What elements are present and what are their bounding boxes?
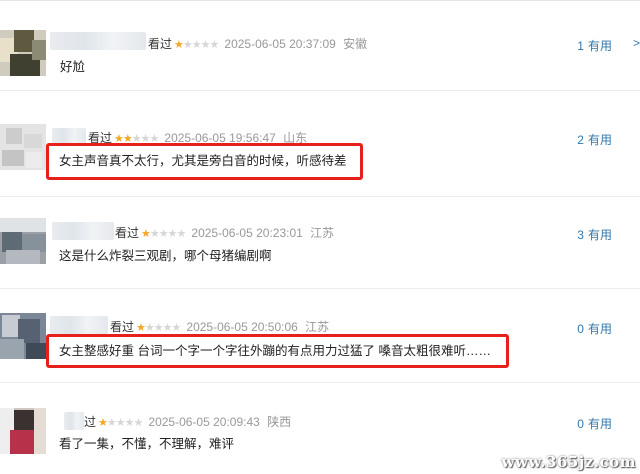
- comment-meta: 看过 ★★★★★ 2025-06-05 20:50:06 江苏: [110, 319, 329, 335]
- star-empty-icon: ★: [176, 228, 187, 240]
- useful-label: 有用: [587, 228, 612, 242]
- username-blurred[interactable]: [52, 222, 114, 240]
- star-empty-icon: ★: [209, 39, 220, 51]
- useful-label: 有用: [587, 39, 612, 53]
- comment-time: 2025-06-05 20:37:09: [224, 37, 336, 51]
- useful-button[interactable]: 0 有用: [577, 415, 612, 432]
- avatar[interactable]: [0, 124, 46, 170]
- avatar[interactable]: [0, 30, 46, 76]
- username-blurred[interactable]: [50, 316, 108, 334]
- username-blurred[interactable]: [50, 32, 146, 50]
- comment-location: 江苏: [305, 320, 330, 334]
- rating-label: 看过: [110, 320, 135, 334]
- comment-location: 江苏: [310, 226, 335, 240]
- useful-button[interactable]: 2 有用: [577, 131, 612, 148]
- star-empty-icon: ★: [133, 417, 144, 429]
- useful-label: 有用: [587, 322, 612, 336]
- star-filled-icon: ★: [98, 417, 108, 429]
- comment-meta: 过 ★★★★★ 2025-06-05 20:09:43 陕西: [84, 414, 291, 430]
- avatar[interactable]: [0, 408, 46, 454]
- useful-button[interactable]: 3 有用: [577, 226, 612, 243]
- username-blurred[interactable]: [64, 412, 84, 430]
- watermark: www.365jz.com: [501, 453, 636, 471]
- comment-divider: [0, 382, 640, 383]
- star-rating: ★★★★★: [174, 37, 220, 53]
- comment-divider: [0, 90, 640, 91]
- useful-label: 有用: [587, 133, 612, 147]
- comment-time: 2025-06-05 20:09:43: [148, 415, 260, 429]
- comment-text: 女主声音真不太行，尤其是旁白音的时候，听感待差: [59, 154, 347, 168]
- comment-meta: 看过 ★★★★★ 2025-06-05 20:23:01 江苏: [115, 225, 334, 241]
- useful-count: 2: [577, 133, 584, 147]
- avatar[interactable]: [0, 218, 46, 264]
- rating-label: 过: [84, 415, 97, 429]
- comment-location: 安徽: [343, 37, 368, 51]
- avatar[interactable]: [0, 313, 46, 359]
- comment-time: 2025-06-05 20:23:01: [191, 226, 303, 240]
- star-empty-icon: ★: [106, 417, 117, 429]
- comment-divider: [0, 288, 640, 289]
- useful-button[interactable]: 1 有用: [577, 37, 612, 54]
- star-empty-icon: ★: [124, 417, 135, 429]
- star-empty-icon: ★: [200, 39, 211, 51]
- useful-count: 1: [577, 39, 584, 53]
- star-filled-icon: ★: [174, 39, 184, 51]
- comment-text: 看了一集，不懂，不理解，难评: [59, 437, 235, 451]
- star-empty-icon: ★: [171, 322, 182, 334]
- top-divider: [0, 0, 640, 1]
- star-empty-icon: ★: [158, 228, 169, 240]
- star-empty-icon: ★: [167, 228, 178, 240]
- comment-divider: [0, 196, 640, 197]
- useful-button[interactable]: 0 有用: [577, 320, 612, 337]
- useful-count: 3: [577, 228, 584, 242]
- comment-location: 陕西: [267, 415, 292, 429]
- comment-text: 好尬: [60, 60, 86, 74]
- star-filled-icon: ★: [136, 322, 146, 334]
- comment-text: 女主整感好重 台词一个字一个字往外蹦的有点用力过猛了 嗓音太粗很难听……: [59, 344, 491, 358]
- star-filled-icon: ★: [141, 228, 151, 240]
- comment-time: 2025-06-05 20:50:06: [186, 320, 298, 334]
- rating-label: 看过: [115, 226, 140, 240]
- useful-label: 有用: [587, 417, 612, 431]
- star-empty-icon: ★: [115, 417, 126, 429]
- comment-text: 这是什么炸裂三观剧，哪个母猪编剧啊: [59, 249, 272, 263]
- useful-count: 0: [577, 417, 584, 431]
- star-empty-icon: ★: [153, 322, 164, 334]
- star-empty-icon: ★: [162, 322, 173, 334]
- star-rating: ★★★★★: [98, 415, 144, 431]
- star-empty-icon: ★: [191, 39, 202, 51]
- star-rating: ★★★★★: [141, 226, 187, 242]
- useful-count: 0: [577, 322, 584, 336]
- star-empty-icon: ★: [144, 322, 155, 334]
- rating-label: 看过: [148, 37, 173, 51]
- comment-meta: 看过 ★★★★★ 2025-06-05 20:37:09 安徽: [148, 36, 367, 52]
- star-empty-icon: ★: [149, 228, 160, 240]
- expand-arrow-icon[interactable]: >: [633, 36, 640, 50]
- star-empty-icon: ★: [182, 39, 193, 51]
